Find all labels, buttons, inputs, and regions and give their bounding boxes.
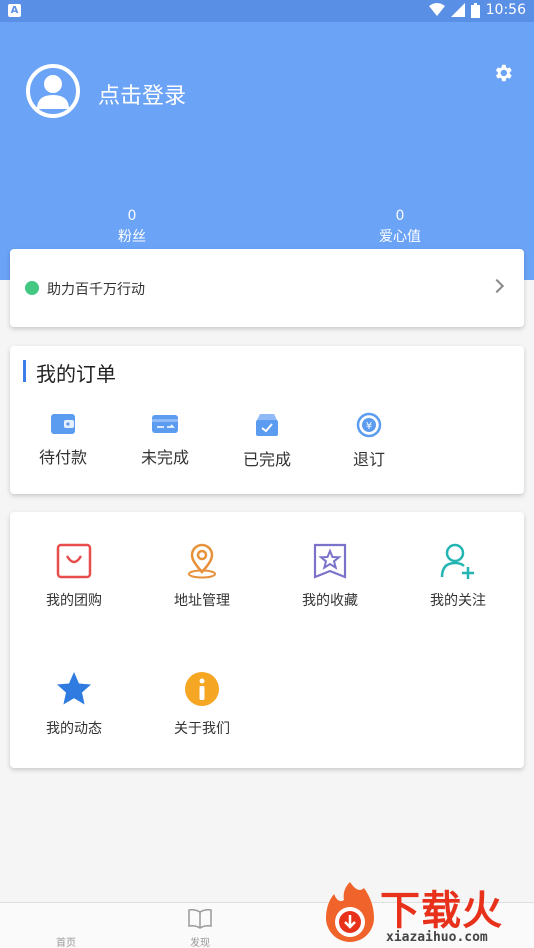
order-refund[interactable]: ¥ 退订 (324, 412, 414, 470)
watermark-url: xiazaihuo.com (386, 930, 488, 945)
order-item-label: 退订 (352, 450, 385, 469)
status-icons: 10:56 (428, 2, 526, 18)
section-accent-bar (23, 360, 26, 382)
tab-label: 首页 (56, 938, 76, 948)
fans-label: 粉丝 (118, 229, 146, 245)
gear-icon[interactable] (492, 62, 514, 84)
service-label: 关于我们 (174, 721, 230, 737)
my-group-buy[interactable]: 我的团购 (19, 542, 129, 610)
love-count: 0 (395, 208, 405, 224)
promo-banner[interactable]: 助力百千万行动 (10, 249, 524, 327)
tab-discover[interactable]: 发现 (160, 903, 240, 948)
star-bookmark-icon (313, 543, 347, 579)
services-card: 我的团购 地址管理 我的收藏 我的关注 我的动态 关于我们 (10, 512, 524, 768)
service-label: 我的动态 (46, 721, 102, 737)
order-incomplete[interactable]: 未完成 (120, 412, 210, 468)
avatar[interactable] (26, 64, 80, 118)
orders-card: 我的订单 待付款 未完成 已完成 ¥ 退订 (10, 346, 524, 494)
order-item-label: 已完成 (242, 450, 291, 469)
flame-logo-icon (326, 882, 374, 942)
add-user-icon (440, 543, 474, 579)
watermark: 下载火 xiazaihuo.com (314, 878, 534, 948)
info-icon (185, 672, 219, 706)
wifi-icon (428, 3, 445, 16)
order-item-label: 未完成 (140, 448, 189, 467)
shopping-bag-icon (56, 543, 92, 579)
service-label: 我的团购 (46, 593, 102, 609)
chevron-right-icon (489, 278, 505, 294)
tab-home[interactable]: 首页 (26, 903, 106, 948)
promo-text: 助力百千万行动 (47, 282, 145, 298)
app-notification-icon: A (8, 4, 21, 17)
user-avatar-icon (37, 75, 69, 109)
box-check-icon (256, 414, 278, 436)
book-icon (188, 909, 212, 929)
service-label: 我的关注 (430, 593, 486, 609)
service-label: 地址管理 (174, 593, 230, 609)
love-label: 爱心值 (379, 229, 421, 245)
location-pin-icon (188, 543, 216, 579)
wallet-icon (51, 414, 75, 434)
my-posts[interactable]: 我的动态 (19, 670, 129, 738)
order-item-label: 待付款 (38, 448, 87, 467)
battery-icon (470, 2, 480, 18)
star-icon (57, 672, 91, 705)
fans-count: 0 (127, 208, 137, 224)
service-label: 我的收藏 (302, 593, 358, 609)
my-favorites[interactable]: 我的收藏 (275, 542, 385, 610)
my-follows[interactable]: 我的关注 (403, 542, 513, 610)
watermark-brand: 下载火 (380, 888, 503, 934)
promo-icon (25, 281, 39, 295)
address-management[interactable]: 地址管理 (147, 542, 257, 610)
order-pending-payment[interactable]: 待付款 (18, 412, 108, 468)
status-time: 10:56 (485, 2, 526, 18)
refund-icon: ¥ (356, 412, 382, 438)
svg-text:¥: ¥ (366, 421, 372, 432)
about-us[interactable]: 关于我们 (147, 670, 257, 738)
status-bar: A 10:56 (0, 0, 534, 22)
signal-icon (450, 3, 465, 17)
order-completed[interactable]: 已完成 (222, 412, 312, 470)
love-stat[interactable]: 0 爱心值 (360, 208, 440, 246)
card-transfer-icon (152, 415, 178, 433)
login-link[interactable]: 点击登录 (98, 78, 186, 110)
orders-title: 我的订单 (36, 362, 116, 386)
tab-label: 发现 (190, 938, 210, 948)
fans-stat[interactable]: 0 粉丝 (92, 208, 172, 246)
profile-header: 点击登录 0 粉丝 0 爱心值 (0, 22, 534, 280)
